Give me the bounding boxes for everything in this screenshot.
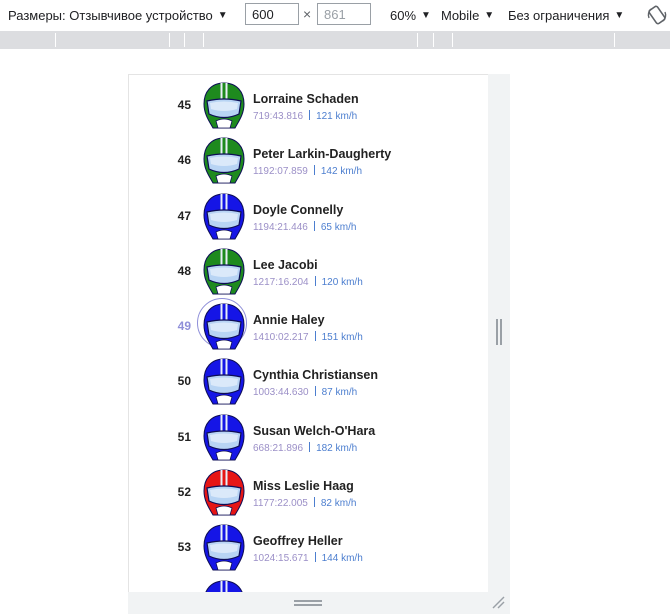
resize-handle-bottom[interactable] [128,592,510,614]
helmet-icon [205,580,243,592]
rider-name: Peter Larkin-Daugherty [253,147,392,161]
stats-divider [314,552,316,562]
chevron-down-icon: ▼ [484,10,495,21]
resize-corner-icon[interactable] [490,594,506,610]
grip-icon [294,600,322,606]
rider-time: 1192:07.859 [253,166,308,177]
width-input[interactable]: 600 [245,3,299,25]
helmet-icon [203,137,245,184]
resize-handle-right[interactable] [488,74,510,592]
stats-divider [314,386,316,396]
rider-rank: 45 [177,98,191,112]
stats-divider [314,331,316,341]
height-input[interactable]: 861 [317,3,371,25]
helmet-icon [203,469,245,516]
rider-name: Miss Leslie Haag [253,479,354,493]
rider-speed: 87 km/h [321,387,358,398]
stats-divider [313,221,315,231]
rider-time: 1194:21.446 [253,222,308,233]
rider-row[interactable]: 50 Cynthia Christiansen 1003:44.630 87 km/h [129,355,488,410]
rider-name: Doyle Connelly [253,203,344,217]
rider-speed: 65 km/h [320,222,357,233]
rider-name: Lorraine Schaden [253,92,359,106]
helmet-icon [203,303,245,350]
helmet-icon [203,358,245,405]
media-query-bar [0,31,670,49]
rider-rank: 49 [177,319,191,333]
chevron-down-icon: ▼ [421,10,431,21]
rider-rank: 53 [177,540,191,554]
times-separator: × [303,6,312,22]
rider-row[interactable]: 48 Lee Jacobi 1217:16.204 120 km/h [129,245,488,300]
rider-rank: 47 [177,209,191,223]
helmet-icon [203,193,245,240]
rider-rank: 46 [177,153,191,167]
device-type-dropdown[interactable]: Mobile ▼ [441,0,494,31]
rider-stats: 1217:16.204 120 km/h [253,276,363,288]
helmet-icon [203,524,245,571]
rider-rank: 48 [177,264,191,278]
rider-stats: 719:43.816 121 km/h [253,110,357,122]
rider-speed: 144 km/h [321,553,363,564]
rotate-icon[interactable] [646,4,668,26]
rider-time: 1410:02.217 [253,332,309,343]
rider-row[interactable]: 51 Susan Welch-O'Hara 668:21.896 182 km/h [129,411,488,466]
rider-stats: 1194:21.446 65 km/h [253,221,356,233]
rider-time: 1003:44.630 [253,387,309,398]
rider-speed: 151 km/h [321,332,363,343]
rider-time: 1217:16.204 [253,277,309,288]
rider-row[interactable]: 49 Annie Haley 1410:02.217 151 km/h [129,298,488,355]
rider-row[interactable]: 47 Doyle Connelly 1194:21.446 65 km/h [129,190,488,245]
stats-divider [314,276,316,286]
device-type-label: Mobile [441,8,480,23]
throttle-dropdown[interactable]: Без ограничения ▼ [508,0,624,31]
rider-row[interactable]: 46 Peter Larkin-Daugherty 1192:07.859 142 k… [129,134,488,189]
helmet-icon [203,248,245,295]
rider-stats: 1177:22.005 82 km/h [253,497,356,509]
rider-name: Geoffrey Heller [253,534,343,548]
rider-row[interactable] [129,577,488,592]
rider-stats: 668:21.896 182 km/h [253,442,357,454]
stats-divider [313,165,315,175]
zoom-dropdown[interactable]: 60% ▼ [390,0,431,31]
rider-speed: 82 km/h [320,498,357,509]
rider-name: Annie Haley [253,313,325,327]
rider-time: 1177:22.005 [253,498,308,509]
chevron-down-icon: ▼ [217,10,228,21]
rider-name: Lee Jacobi [253,258,318,272]
chevron-down-icon: ▼ [614,10,625,21]
rider-speed: 121 km/h [316,111,358,122]
grip-icon [496,319,502,345]
rider-stats: 1410:02.217 151 km/h [253,331,363,343]
device-viewport: 45 Lorraine Schaden 719:43.816 121 km/h 46 Pe… [128,74,488,592]
rider-rank: 52 [177,485,191,499]
rider-name: Susan Welch-O'Hara [253,424,376,438]
rider-rank: 51 [177,430,191,444]
rider-speed: 142 km/h [320,166,363,177]
rider-row[interactable]: 53 Geoffrey Heller 1024:15.671 144 km/h [129,521,488,576]
rider-speed: 182 km/h [316,443,358,454]
stats-divider [309,442,311,452]
throttle-label: Без ограничения [508,8,610,23]
rider-time: 1024:15.671 [253,553,309,564]
dimensions-dropdown[interactable]: Размеры: Отзывчивое устройство ▼ [8,0,228,31]
helmet-icon [203,82,245,129]
rider-stats: 1003:44.630 87 km/h [253,386,357,398]
stats-divider [313,497,315,507]
rider-time: 668:21.896 [253,443,304,454]
rider-row[interactable]: 52 Miss Leslie Haag 1177:22.005 82 km/h [129,466,488,521]
rider-row[interactable]: 45 Lorraine Schaden 719:43.816 121 km/h [129,79,488,134]
helmet-icon [203,414,245,461]
rider-stats: 1192:07.859 142 km/h [253,165,362,177]
dimensions-label: Размеры: Отзывчивое устройство [8,8,213,23]
rider-speed: 120 km/h [321,277,363,288]
zoom-label: 60% [390,8,417,23]
stats-divider [309,110,311,120]
device-toolbar: Размеры: Отзывчивое устройство ▼ 600 × 8… [0,0,670,31]
rider-rank: 50 [177,374,191,388]
rider-stats: 1024:15.671 144 km/h [253,552,363,564]
rider-name: Cynthia Christiansen [253,368,379,382]
rider-time: 719:43.816 [253,111,304,122]
